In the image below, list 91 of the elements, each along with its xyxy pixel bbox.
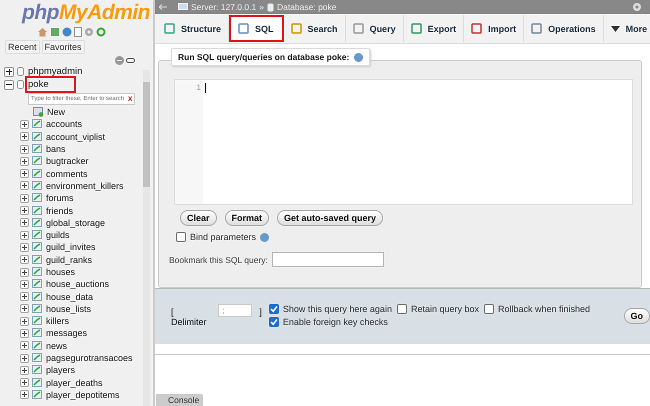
tab[interactable]: Query xyxy=(346,15,404,42)
checkbox-label: Retain query box xyxy=(410,304,479,314)
checkbox-label: Rollback when finished xyxy=(498,304,590,314)
table-item[interactable]: houses xyxy=(46,267,76,277)
tab[interactable]: Search xyxy=(284,15,346,42)
go-button[interactable]: Go xyxy=(624,308,650,324)
new-table-icon xyxy=(33,107,44,118)
table-icon xyxy=(32,132,43,142)
line-number: 1 xyxy=(196,83,201,92)
bookmark-label: Bookmark this SQL query: xyxy=(169,254,268,264)
tab[interactable]: More xyxy=(604,15,650,42)
new-table-link[interactable]: New xyxy=(47,107,66,118)
table-icon xyxy=(32,328,43,338)
table-icon xyxy=(32,353,43,364)
table-item[interactable]: house_lists xyxy=(46,304,92,314)
table-item[interactable]: killers xyxy=(46,316,70,326)
table-item[interactable]: environment_killers xyxy=(46,180,124,191)
table-icon xyxy=(32,168,43,179)
table-item[interactable]: player_depotitems xyxy=(46,390,120,400)
scrollbar[interactable] xyxy=(143,70,150,406)
table-item[interactable]: house_data xyxy=(46,292,94,302)
table-item[interactable]: guild_invites xyxy=(46,242,96,252)
table-item[interactable]: accounts xyxy=(46,119,82,130)
table-item[interactable]: pagsegurotransacoes xyxy=(46,353,133,364)
database-item[interactable]: phpmyadmin xyxy=(27,65,86,78)
table-item[interactable]: bugtracker xyxy=(46,156,89,166)
table-item[interactable]: forums xyxy=(46,193,74,204)
checkbox-label: Bind parameters xyxy=(190,232,256,242)
table-item[interactable]: house_auctions xyxy=(46,279,110,290)
tab[interactable]: Export xyxy=(404,15,464,42)
table-icon xyxy=(32,378,43,388)
back-arrow-icon[interactable] xyxy=(159,4,167,10)
nav-tab[interactable]: Recent xyxy=(5,40,40,54)
table-item[interactable]: messages xyxy=(46,328,88,338)
table-icon xyxy=(32,180,43,191)
checkbox-label: Enable foreign key checks xyxy=(282,317,388,327)
table-icon xyxy=(32,218,43,228)
table-item[interactable]: friends xyxy=(46,206,74,216)
table-item[interactable]: guild_ranks xyxy=(46,254,92,265)
table-icon xyxy=(32,193,43,204)
table-icon xyxy=(32,365,43,376)
checkbox[interactable] xyxy=(484,304,494,314)
table-icon xyxy=(32,254,43,265)
checkbox[interactable] xyxy=(176,232,186,242)
delimiter-bracket: ] xyxy=(259,307,262,317)
table-icon xyxy=(32,144,43,154)
table-item[interactable]: players xyxy=(46,365,76,376)
checkbox[interactable] xyxy=(396,304,407,314)
table-item[interactable]: comments xyxy=(46,168,88,179)
nav-tab[interactable]: Favorites xyxy=(42,40,85,54)
table-item[interactable]: account_viplist xyxy=(46,132,106,142)
delimiter-label: [ Delimiter xyxy=(171,307,208,327)
query-button[interactable]: Get auto-saved query xyxy=(277,210,384,226)
checkbox[interactable] xyxy=(268,304,279,314)
logo[interactable]: phpMyAdmin xyxy=(22,1,150,25)
table-icon xyxy=(32,206,43,216)
table-icon xyxy=(32,279,43,290)
table-icon xyxy=(32,340,43,351)
table-icon xyxy=(32,156,43,166)
settings-icon[interactable] xyxy=(632,2,642,12)
panel-legend: Run SQL query/queries on database poke: xyxy=(171,48,370,66)
table-item[interactable]: news xyxy=(46,340,68,351)
console-tab[interactable]: Console xyxy=(156,394,204,406)
collapse-icon[interactable] xyxy=(4,80,14,90)
table-icon xyxy=(32,242,43,252)
tab[interactable]: Operations xyxy=(524,15,604,42)
server-icon xyxy=(178,2,188,12)
checkbox[interactable] xyxy=(268,317,279,327)
table-item[interactable]: guilds xyxy=(46,230,70,240)
tab[interactable]: Import xyxy=(464,15,524,42)
bookmark-field[interactable] xyxy=(272,252,384,267)
table-icon xyxy=(32,390,43,400)
database-item[interactable]: poke xyxy=(27,78,74,91)
table-icon xyxy=(32,230,43,240)
breadcrumb-separator: » xyxy=(259,2,264,12)
document-icon[interactable] xyxy=(74,27,82,37)
table-icon xyxy=(32,119,43,130)
table-icon xyxy=(32,304,43,314)
table-item[interactable]: global_storage xyxy=(46,218,106,228)
expand-icon[interactable] xyxy=(4,66,14,76)
table-icon xyxy=(32,292,43,302)
table-item[interactable]: bans xyxy=(46,144,66,154)
query-button[interactable]: Format xyxy=(224,210,270,226)
checkbox-label: Show this query here again xyxy=(282,304,392,314)
tab[interactable]: SQL xyxy=(229,15,284,42)
table-icon xyxy=(32,267,43,277)
caret-icon xyxy=(610,26,620,32)
database-icon xyxy=(266,2,274,12)
table-item[interactable]: player_deaths xyxy=(46,378,103,388)
query-button[interactable]: Clear xyxy=(180,210,217,226)
table-icon xyxy=(32,316,43,326)
